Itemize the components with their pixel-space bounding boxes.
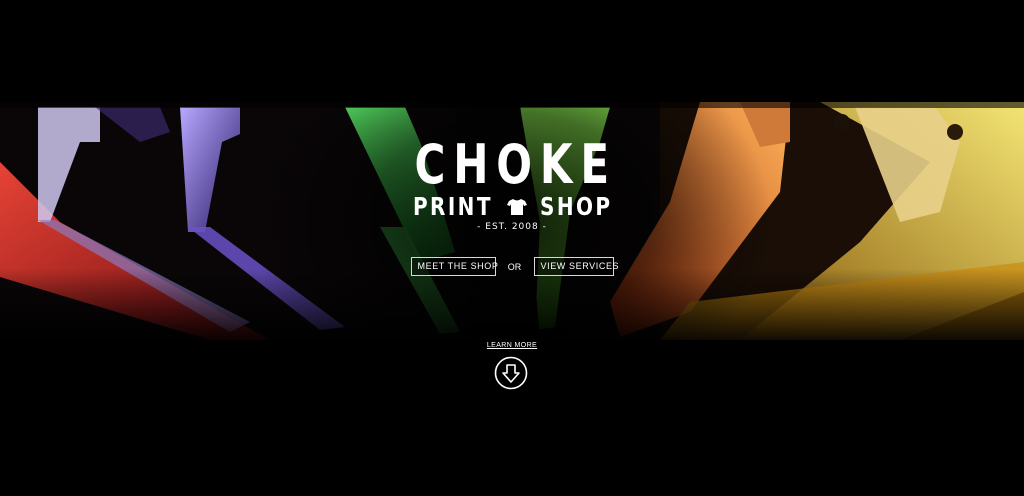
logo-est: - EST. 2008 - [477,222,547,232]
cta-row: MEET THE SHOP OR VIEW SERVICES [0,257,1024,276]
logo-subtitle: PRINT SHOP [0,192,1024,221]
or-separator: OR [507,261,522,272]
learn-more-link[interactable]: LEARN MORE [487,342,537,349]
view-services-button[interactable]: VIEW SERVICES [533,257,619,276]
logo-title: CHOKE [414,133,618,196]
meet-the-shop-button[interactable]: MEET THE SHOP [410,257,498,276]
arrow-down-circle-icon[interactable] [494,356,528,390]
logo-print-word: PRINT [412,192,493,221]
logo-shop-word: SHOP [539,192,613,221]
tshirt-icon [506,198,527,215]
page: CHOKE PRINT SHOP - EST. 2008 - MEET THE … [0,0,1024,496]
learn-more: LEARN MORE [0,334,1024,352]
brand-logo[interactable]: CHOKE PRINT SHOP - EST. 2008 - [0,133,1024,233]
